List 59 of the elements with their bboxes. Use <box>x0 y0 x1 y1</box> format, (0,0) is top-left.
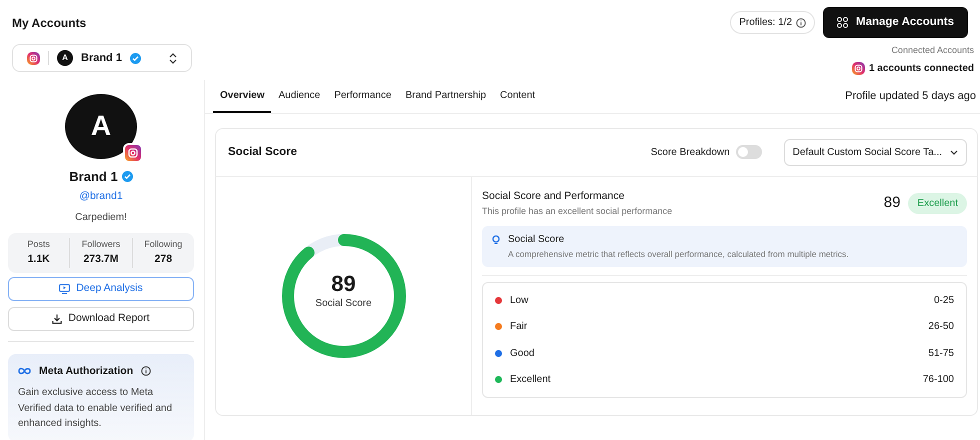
meta-description: Gain exclusive access to Meta Verified data to enable verified and enhanced insights. <box>18 386 173 432</box>
account-name: Brand 1 <box>81 51 122 66</box>
range-label: Good <box>510 346 534 360</box>
grid-icon <box>837 17 848 28</box>
chevron-down-icon <box>950 150 958 155</box>
range-label: Excellent <box>510 373 551 387</box>
manage-accounts-button[interactable]: Manage Accounts <box>823 7 968 38</box>
download-report-button[interactable]: Download Report <box>8 306 194 331</box>
range-label: Low <box>510 294 528 308</box>
chevron-up-down-icon <box>169 52 177 64</box>
tab[interactable]: Performance <box>327 80 398 113</box>
tab[interactable]: Brand Partnership <box>398 80 494 113</box>
tab[interactable]: Overview <box>213 80 272 113</box>
gauge-value: 89 <box>331 272 356 296</box>
profile-name: Brand 1 <box>69 168 118 186</box>
info-icon <box>796 18 806 28</box>
infinity-icon <box>18 367 31 376</box>
range-value: 26-50 <box>928 320 954 334</box>
rating-badge: Excellent <box>908 192 967 214</box>
info-icon <box>141 366 152 376</box>
page-title: My Accounts <box>12 14 86 32</box>
tab[interactable]: Content <box>493 80 542 113</box>
monitor-play-icon <box>59 284 70 294</box>
profile-bio: Carpediem! <box>75 211 127 226</box>
account-selector[interactable]: A Brand 1 <box>12 44 192 72</box>
download-icon <box>52 314 62 324</box>
stat-label: Posts <box>26 238 51 252</box>
profile-handle[interactable]: @brand1 <box>79 188 123 204</box>
instagram-icon <box>123 143 143 164</box>
avatar: A <box>57 50 73 66</box>
connected-label: Connected Accounts <box>890 44 974 58</box>
instagram-icon <box>852 62 865 75</box>
profiles-indicator: Profiles: 1/2 <box>730 11 816 34</box>
toggle-label: Score Breakdown <box>650 146 730 160</box>
stat-value: 278 <box>154 252 174 267</box>
score-template-dropdown[interactable]: Default Custom Social Score Ta... <box>784 138 967 166</box>
stat-value: 273.7M <box>82 252 120 267</box>
connected-count: 1 accounts connected <box>868 62 974 76</box>
instagram-icon <box>27 52 40 65</box>
range-value: 51-75 <box>928 346 954 360</box>
stat-value: 1.1K <box>26 252 51 267</box>
info-title: Social Score <box>508 233 564 247</box>
stat-label: Followers <box>80 238 122 252</box>
bulb-icon <box>492 234 500 244</box>
profile-updated: Profile updated 5 days ago <box>845 89 976 104</box>
stat-label: Following <box>143 238 184 252</box>
summary-title: Social Score and Performance <box>482 188 626 204</box>
score-breakdown-toggle[interactable] <box>736 145 762 160</box>
summary-subtitle: This profile has an excellent social performance <box>482 204 672 218</box>
meta-title: Meta Authorization <box>39 364 134 379</box>
range-value: 0-25 <box>934 294 954 308</box>
info-description: A comprehensive metric that reflects overall performance, calculated from multiple metrics. <box>508 248 850 261</box>
range-value: 76-100 <box>922 373 954 387</box>
deep-analysis-button[interactable]: Deep Analysis <box>8 276 194 301</box>
range-label: Fair <box>510 320 528 334</box>
card-title: Social Score <box>228 144 298 160</box>
gauge-label: Social Score <box>315 296 372 311</box>
tab[interactable]: Audience <box>271 80 328 113</box>
summary-score: 89 <box>884 193 900 214</box>
